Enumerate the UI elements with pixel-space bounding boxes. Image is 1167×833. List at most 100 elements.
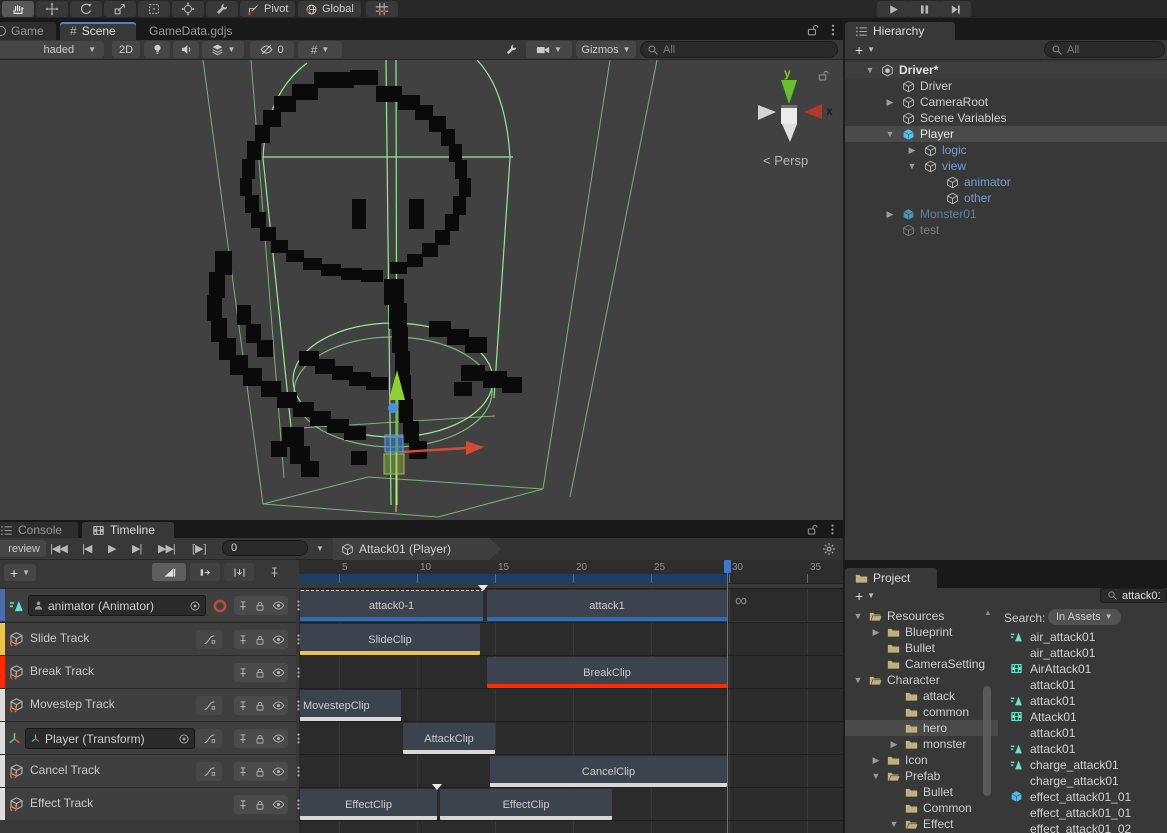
pin-icon[interactable] xyxy=(237,667,249,679)
pin-icon[interactable] xyxy=(237,700,249,712)
scene-tools-button[interactable] xyxy=(498,41,524,58)
tree-item[interactable]: ▼Prefab xyxy=(845,768,998,784)
grid-snap-button[interactable] xyxy=(366,1,398,17)
lock-icon[interactable] xyxy=(254,634,266,646)
expand-arrow[interactable]: ▼ xyxy=(853,611,863,621)
clip-effect-2[interactable]: EffectClip xyxy=(440,789,612,820)
track-menu-icon[interactable] xyxy=(292,699,305,712)
track-menu-icon[interactable] xyxy=(292,666,305,679)
animator-object-field[interactable]: animator (Animator) xyxy=(28,595,206,616)
clip-marker[interactable] xyxy=(432,784,442,790)
track-lane-slide[interactable]: SlideClip xyxy=(299,622,843,655)
hierarchy-item-selected[interactable]: ▼Player xyxy=(845,126,1167,142)
track-menu-icon[interactable] xyxy=(292,765,305,778)
hierarchy-item[interactable]: ▶logic xyxy=(845,142,1167,158)
tab-gamedata[interactable]: GameData.gdjs xyxy=(139,22,249,40)
curves-button[interactable] xyxy=(196,630,222,649)
eye-icon[interactable] xyxy=(272,798,285,811)
expand-arrow[interactable]: ▶ xyxy=(907,145,917,156)
viewport-lock-icon[interactable] xyxy=(817,69,830,82)
panel-lock-icon[interactable] xyxy=(806,23,820,37)
custom-tool-button[interactable] xyxy=(206,1,238,17)
tree-item[interactable]: ▼Resources xyxy=(845,608,998,624)
object-picker-icon[interactable] xyxy=(189,600,201,612)
tree-item[interactable]: ▶Blueprint xyxy=(845,624,998,640)
scene-visibility-button[interactable]: 0 xyxy=(250,41,294,58)
clip-cancel[interactable]: CancelClip xyxy=(490,756,727,787)
clip-attack0-1[interactable]: attack0-1 xyxy=(300,590,483,621)
timeline-settings-icon[interactable] xyxy=(822,542,836,556)
transform-tool-button[interactable] xyxy=(172,1,204,17)
eye-icon[interactable] xyxy=(272,666,285,679)
scene-viewport[interactable]: y x < Persp xyxy=(0,60,843,520)
playhead-handle[interactable] xyxy=(724,560,731,573)
track-lane-movestep[interactable]: MovestepClip xyxy=(299,688,843,721)
replace-mode-button[interactable] xyxy=(224,563,254,581)
hierarchy-item[interactable]: ▼view xyxy=(845,158,1167,174)
scale-tool-button[interactable] xyxy=(104,1,136,17)
eye-icon[interactable] xyxy=(272,633,285,646)
previous-frame-button[interactable]: |◀ xyxy=(82,542,91,555)
effects-dropdown-button[interactable]: ▼ xyxy=(202,41,244,58)
pin-icon[interactable] xyxy=(237,733,249,745)
pin-icon[interactable] xyxy=(237,634,249,646)
record-button[interactable] xyxy=(212,598,228,614)
global-toggle-button[interactable]: Global xyxy=(298,1,361,17)
mix-mode-button[interactable] xyxy=(152,563,186,581)
track-header-cancel[interactable]: Cancel Track xyxy=(0,754,296,787)
clip-attack1[interactable]: attack1 xyxy=(487,590,727,621)
play-button[interactable] xyxy=(877,1,909,17)
pin-icon[interactable] xyxy=(237,799,249,811)
tree-item[interactable]: ▶monster xyxy=(845,736,998,752)
add-track-button[interactable]: +▼ xyxy=(4,564,36,581)
frame-field[interactable]: 0 xyxy=(222,540,308,556)
hierarchy-search-field[interactable] xyxy=(1044,41,1165,58)
track-header-player[interactable]: Player (Transform) xyxy=(0,721,296,754)
next-frame-button[interactable]: ▶| xyxy=(132,542,141,555)
play-range-button[interactable]: [▶] xyxy=(192,542,207,555)
tree-scrollbar[interactable] xyxy=(983,686,991,796)
eye-icon[interactable] xyxy=(272,732,285,745)
clip-effect-1[interactable]: EffectClip xyxy=(300,789,437,820)
scene-search-input[interactable] xyxy=(663,44,831,56)
track-header-effect[interactable]: Effect Track xyxy=(0,787,296,820)
goto-start-button[interactable]: |◀◀ xyxy=(50,542,67,555)
tree-item[interactable]: Common xyxy=(845,800,998,816)
timeline-play-button[interactable]: ▶ xyxy=(108,542,116,555)
hierarchy-add-button[interactable]: +▼ xyxy=(849,41,881,58)
move-tool-button[interactable] xyxy=(36,1,68,17)
goto-end-button[interactable]: ▶▶| xyxy=(158,542,175,555)
hierarchy-item[interactable]: ▶CameraRoot xyxy=(845,94,1167,110)
track-menu-icon[interactable] xyxy=(292,798,305,811)
panel-menu-icon[interactable] xyxy=(826,523,839,536)
project-search-field[interactable] xyxy=(1100,588,1167,603)
clip-break[interactable]: BreakClip xyxy=(487,657,727,688)
tree-item[interactable]: CameraSetting xyxy=(845,656,998,672)
hierarchy-item[interactable]: animator xyxy=(845,174,1167,190)
hierarchy-item-scene[interactable]: ▼Driver* xyxy=(845,62,1167,78)
expand-arrow[interactable]: ▼ xyxy=(907,161,917,171)
marker-pin-icon[interactable] xyxy=(268,566,281,579)
panel-lock-icon[interactable] xyxy=(806,523,819,536)
tab-timeline[interactable]: Timeline xyxy=(82,522,174,538)
track-lane-animator[interactable]: attack0-1 attack1 ∞ xyxy=(299,588,843,621)
expand-arrow[interactable]: ▼ xyxy=(865,65,875,75)
eye-icon[interactable] xyxy=(272,765,285,778)
tree-item[interactable]: attack xyxy=(845,688,998,704)
pin-icon[interactable] xyxy=(237,766,249,778)
tab-hierarchy[interactable]: Hierarchy xyxy=(845,22,955,40)
pause-button[interactable] xyxy=(908,1,940,17)
lock-icon[interactable] xyxy=(254,700,266,712)
clip-marker[interactable] xyxy=(478,585,488,591)
lock-icon[interactable] xyxy=(254,799,266,811)
scene-camera-button[interactable]: ▼ xyxy=(526,41,572,58)
frame-dropdown-icon[interactable]: ▼ xyxy=(316,545,324,553)
clip-movestep[interactable]: MovestepClip xyxy=(300,690,401,721)
hierarchy-search-input[interactable] xyxy=(1067,44,1158,56)
gizmos-dropdown[interactable]: Gizmos▼ xyxy=(576,41,636,58)
lighting-toggle-button[interactable] xyxy=(144,41,170,58)
hand-tool-button[interactable] xyxy=(2,1,34,17)
track-lane-effect[interactable]: EffectClip EffectClip xyxy=(299,787,843,820)
expand-arrow[interactable]: ▼ xyxy=(853,675,863,685)
tree-item[interactable]: ▶Icon xyxy=(845,752,998,768)
